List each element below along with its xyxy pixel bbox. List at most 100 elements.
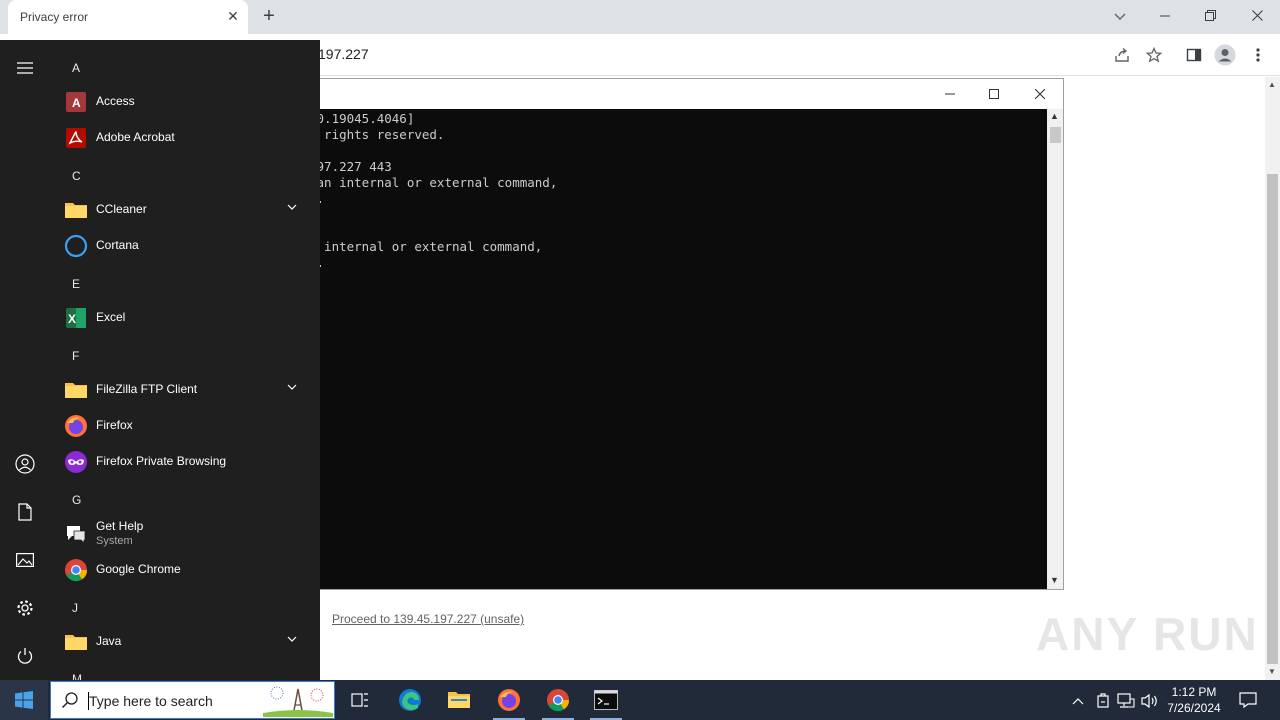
app-sublabel: System <box>96 535 133 547</box>
task-view-button[interactable] <box>336 680 384 720</box>
app-filezilla-folder[interactable]: FileZilla FTP Client <box>56 372 314 406</box>
address-bar[interactable]: 197.227 <box>318 46 369 62</box>
taskbar-clock[interactable]: 1:12 PM 7/26/2024 <box>1158 684 1230 716</box>
chrome-icon <box>64 558 88 582</box>
app-cortana[interactable]: Cortana <box>56 228 314 262</box>
cmd-close-button[interactable] <box>1020 83 1060 105</box>
app-label: Firefox Private Browsing <box>96 454 227 468</box>
chevron-down-icon[interactable] <box>286 632 300 646</box>
app-excel[interactable]: X Excel <box>56 300 314 334</box>
browser-restore-button[interactable] <box>1190 4 1230 28</box>
show-hidden-icons-chevron-icon[interactable] <box>1069 692 1087 710</box>
app-label: Access <box>96 94 135 108</box>
scroll-up-icon[interactable]: ▲ <box>1268 80 1276 89</box>
acrobat-icon <box>64 126 88 150</box>
cmd-line: .0.19045.4046] <box>309 111 415 126</box>
side-panel-icon[interactable] <box>1183 44 1205 66</box>
firefox-icon <box>64 414 88 438</box>
letter-header-f[interactable]: F <box>72 349 79 363</box>
settings-gear-icon[interactable] <box>13 596 37 620</box>
letter-header-c[interactable]: C <box>72 169 81 183</box>
page-scrollbar[interactable]: ▲ ▼ <box>1265 77 1280 680</box>
cmd-line: an internal or external command, <box>309 175 558 190</box>
get-help-icon <box>64 522 88 546</box>
cmd-scroll-down-icon[interactable]: ▼ <box>1050 575 1059 585</box>
app-label: FileZilla FTP Client <box>96 382 198 396</box>
taskbar-chrome-button[interactable] <box>534 680 582 720</box>
cmd-window: .0.19045.4046] l rights reserved. 197.22… <box>300 78 1064 590</box>
app-get-help[interactable]: Get Help System <box>56 516 314 552</box>
taskbar-firefox-button[interactable] <box>485 680 533 720</box>
tab-title: Privacy error <box>20 10 89 24</box>
bookmark-star-icon[interactable] <box>1143 44 1165 66</box>
chevron-down-icon[interactable] <box>286 200 300 214</box>
taskbar-file-explorer-button[interactable] <box>435 680 483 720</box>
chrome-menu-icon[interactable] <box>1247 44 1269 66</box>
app-ccleaner-folder[interactable]: CCleaner <box>56 192 314 226</box>
cmd-minimize-button[interactable] <box>930 83 970 105</box>
new-tab-button[interactable]: + <box>258 6 280 28</box>
firefox-private-icon <box>64 450 88 474</box>
start-rail <box>0 40 50 680</box>
cmd-line: 197.227 443 <box>309 159 392 174</box>
app-label: Firefox <box>96 418 133 432</box>
letter-header-a[interactable]: A <box>72 61 80 75</box>
search-highlight-illustration-icon <box>263 683 333 720</box>
pictures-icon[interactable] <box>13 548 37 572</box>
excel-icon: X <box>64 306 88 330</box>
browser-tab[interactable]: Privacy error ✕ <box>8 0 248 34</box>
app-firefox-private[interactable]: Firefox Private Browsing <box>56 444 314 478</box>
documents-icon[interactable] <box>13 500 37 524</box>
app-firefox[interactable]: Firefox <box>56 408 314 442</box>
notification-center-icon[interactable] <box>1238 690 1258 710</box>
app-java-folder[interactable]: Java <box>56 624 314 658</box>
taskbar: Type here to search 1:12 PM 7/26/2024 <box>0 680 1280 720</box>
cmd-maximize-button[interactable] <box>974 83 1014 105</box>
app-label: CCleaner <box>96 202 147 216</box>
chevron-down-icon[interactable] <box>286 380 300 394</box>
cmd-scrollbar[interactable]: ▲ ▼ <box>1047 109 1063 589</box>
letter-header-j[interactable]: J <box>72 601 78 615</box>
profile-avatar-icon[interactable] <box>1214 44 1236 66</box>
cmd-scroll-thumb[interactable] <box>1050 127 1061 143</box>
scroll-down-icon[interactable]: ▼ <box>1268 667 1276 676</box>
app-label: Adobe Acrobat <box>96 130 175 144</box>
taskbar-cmd-button[interactable] <box>582 680 630 720</box>
proceed-unsafe-link[interactable]: Proceed to 139.45.197.227 (unsafe) <box>332 612 524 626</box>
taskbar-edge-button[interactable] <box>386 680 434 720</box>
network-icon[interactable] <box>1117 692 1135 710</box>
power-icon[interactable] <box>13 644 37 668</box>
hamburger-menu-icon[interactable] <box>13 56 37 80</box>
cmd-line: l rights reserved. <box>309 127 445 142</box>
browser-tabstrip: Privacy error ✕ + <box>0 0 1280 34</box>
app-label: Excel <box>96 310 126 324</box>
folder-icon <box>64 378 88 402</box>
share-icon[interactable] <box>1111 44 1133 66</box>
windows-start-button[interactable] <box>0 680 48 720</box>
app-label: Cortana <box>96 238 139 252</box>
app-google-chrome[interactable]: Google Chrome <box>56 552 314 586</box>
cmd-console[interactable]: .0.19045.4046] l rights reserved. 197.22… <box>301 109 1047 589</box>
tab-close-icon[interactable]: ✕ <box>225 8 241 24</box>
search-placeholder: Type here to search <box>89 693 213 709</box>
app-adobe-acrobat[interactable]: Adobe Acrobat <box>56 120 314 154</box>
cmd-scroll-up-icon[interactable]: ▲ <box>1050 111 1059 121</box>
volume-icon[interactable] <box>1141 692 1159 710</box>
search-icon <box>61 691 79 714</box>
app-label: Java <box>96 634 122 648</box>
cmd-titlebar[interactable] <box>301 79 1063 109</box>
browser-minimize-button[interactable] <box>1145 4 1185 28</box>
user-account-icon[interactable] <box>13 452 37 476</box>
svg-text:X: X <box>68 312 76 326</box>
letter-header-e[interactable]: E <box>72 277 80 291</box>
folder-icon <box>64 630 88 654</box>
letter-header-g[interactable]: G <box>72 493 81 507</box>
page-scroll-thumb[interactable] <box>1267 174 1278 664</box>
browser-close-button[interactable] <box>1237 4 1277 28</box>
anyrun-watermark: ANY RUN <box>1036 608 1259 660</box>
app-access[interactable]: A Access <box>56 84 314 118</box>
taskbar-search-box[interactable]: Type here to search <box>50 681 335 719</box>
tray-app-icon[interactable] <box>1094 692 1112 710</box>
tab-search-icon[interactable] <box>1100 4 1140 28</box>
app-label: Google Chrome <box>96 562 181 576</box>
